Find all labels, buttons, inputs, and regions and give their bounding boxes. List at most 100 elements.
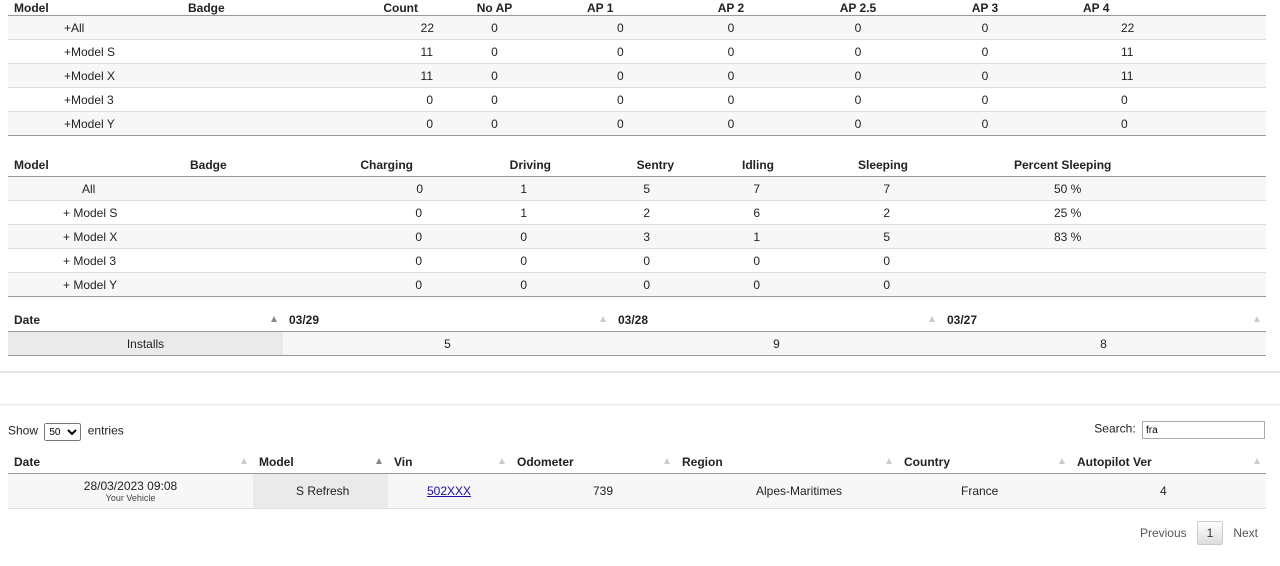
col-header-idling: Idling (684, 154, 792, 177)
table-row: + Model X 0 0 3 1 5 83 % (8, 224, 1266, 249)
count-cell: 11 (285, 63, 434, 88)
col-header-ap2: AP 2 (677, 0, 785, 16)
col-header-count: Count (285, 0, 434, 16)
page-1-button[interactable]: 1 (1196, 521, 1224, 545)
col-header-date-0328[interactable]: 03/28 (612, 309, 941, 332)
ap25-cell: 0 (785, 87, 931, 112)
ap3-cell: 0 (931, 15, 1039, 40)
percent-sleeping-cell: 83 % (924, 224, 1266, 249)
sleeping-cell: 5 (792, 224, 924, 249)
vehicle-state-table: Model Badge Charging Driving Sentry Idli… (8, 154, 1266, 297)
previous-button[interactable]: Previous (1130, 522, 1197, 544)
percent-sleeping-cell (924, 248, 1266, 273)
date-cell: 28/03/2023 09:08 Your Vehicle (8, 473, 253, 509)
charging-cell: 0 (268, 176, 423, 201)
country-cell: France (898, 473, 1071, 509)
model-cell[interactable]: +Model 3 (8, 87, 128, 112)
driving-cell: 1 (423, 200, 561, 225)
installs-table: Date 03/29 03/28 03/27 Installs 5 9 8 (8, 309, 1266, 356)
col-header-ap25: AP 2.5 (785, 0, 931, 16)
charging-cell: 0 (268, 248, 423, 273)
ap25-cell: 0 (785, 39, 931, 64)
ap1-cell: 0 (555, 87, 677, 112)
col-header-date[interactable]: Date (8, 451, 253, 474)
model-cell[interactable]: +Model S (8, 39, 128, 64)
ap25-cell: 0 (785, 111, 931, 136)
idling-cell: 7 (684, 176, 792, 201)
sleeping-cell: 7 (792, 176, 924, 201)
table-row: Installs 5 9 8 (8, 331, 1266, 356)
table-header-row: Model Badge Count No AP AP 1 AP 2 AP 2.5… (8, 0, 1266, 16)
model-cell[interactable]: All (8, 176, 128, 201)
charging-cell: 0 (268, 224, 423, 249)
no-ap-cell: 0 (434, 111, 555, 136)
idling-cell: 0 (684, 248, 792, 273)
col-header-date-0329[interactable]: 03/29 (283, 309, 612, 332)
sentry-cell: 5 (561, 176, 684, 201)
vin-link[interactable]: 502XXX (427, 484, 471, 498)
ap4-cell: 11 (1039, 63, 1266, 88)
col-header-ap1: AP 1 (555, 0, 677, 16)
count-cell: 11 (285, 39, 434, 64)
ap2-cell: 0 (677, 63, 785, 88)
model-cell[interactable]: +All (8, 15, 128, 40)
model-cell[interactable]: + Model 3 (8, 248, 128, 273)
col-header-vin[interactable]: Vin (388, 451, 511, 474)
page-length-select[interactable]: 50 (44, 423, 82, 441)
show-label: Show (8, 423, 39, 438)
no-ap-cell: 0 (434, 63, 555, 88)
next-button[interactable]: Next (1223, 522, 1268, 544)
table-row: +Model X 11 0 0 0 0 0 11 (8, 63, 1266, 88)
col-header-ap4: AP 4 (1039, 0, 1266, 16)
ap3-cell: 0 (931, 63, 1039, 88)
sentry-cell: 3 (561, 224, 684, 249)
model-cell[interactable]: + Model S (8, 200, 128, 225)
col-header-date[interactable]: Date (8, 309, 283, 332)
table-row: 28/03/2023 09:08 Your Vehicle S Refresh … (8, 473, 1266, 509)
search-label: Search: (1094, 421, 1136, 436)
ap3-cell: 0 (931, 111, 1039, 136)
count-cell: 0 (285, 111, 434, 136)
col-header-autopilot-ver[interactable]: Autopilot Ver (1071, 451, 1266, 474)
col-header-no-ap: No AP (434, 0, 555, 16)
col-header-badge: Badge (128, 0, 285, 16)
ap2-cell: 0 (677, 39, 785, 64)
model-cell[interactable]: +Model X (8, 63, 128, 88)
sleeping-cell: 0 (792, 272, 924, 297)
sentry-cell: 0 (561, 272, 684, 297)
col-header-driving: Driving (423, 154, 561, 177)
col-header-date-0327[interactable]: 03/27 (941, 309, 1266, 332)
date-value: 28/03/2023 09:08 (83, 479, 178, 493)
no-ap-cell: 0 (434, 87, 555, 112)
page-length-control: Show 50 entries (8, 423, 124, 441)
ap4-cell: 11 (1039, 39, 1266, 64)
col-header-model[interactable]: Model (253, 451, 388, 474)
search-input[interactable] (1142, 421, 1265, 439)
driving-cell: 1 (423, 176, 561, 201)
ap1-cell: 0 (555, 15, 677, 40)
col-header-country[interactable]: Country (898, 451, 1071, 474)
vin-cell: 502XXX (388, 473, 511, 509)
table-row: +Model Y 0 0 0 0 0 0 0 (8, 111, 1266, 136)
entries-label: entries (87, 423, 124, 438)
badge-cell (128, 200, 268, 225)
table-row: All 0 1 5 7 7 50 % (8, 176, 1266, 201)
your-vehicle-label: Your Vehicle (105, 493, 156, 503)
ap4-cell: 0 (1039, 111, 1266, 136)
col-header-model: Model (8, 154, 128, 177)
percent-sleeping-cell (924, 272, 1266, 297)
ap25-cell: 0 (785, 63, 931, 88)
ap4-cell: 0 (1039, 87, 1266, 112)
table-row: + Model 3 0 0 0 0 0 (8, 248, 1266, 273)
section-divider (0, 371, 1280, 405)
model-cell[interactable]: + Model Y (8, 272, 128, 297)
badge-cell (128, 272, 268, 297)
col-header-region[interactable]: Region (676, 451, 898, 474)
model-cell[interactable]: +Model Y (8, 111, 128, 136)
pagination: Previous 1 Next (1130, 521, 1268, 545)
badge-cell (128, 87, 285, 112)
table-row: + Model Y 0 0 0 0 0 (8, 272, 1266, 297)
model-cell[interactable]: + Model X (8, 224, 128, 249)
col-header-odometer[interactable]: Odometer (511, 451, 676, 474)
autopilot-table: Model Badge Count No AP AP 1 AP 2 AP 2.5… (8, 0, 1266, 136)
